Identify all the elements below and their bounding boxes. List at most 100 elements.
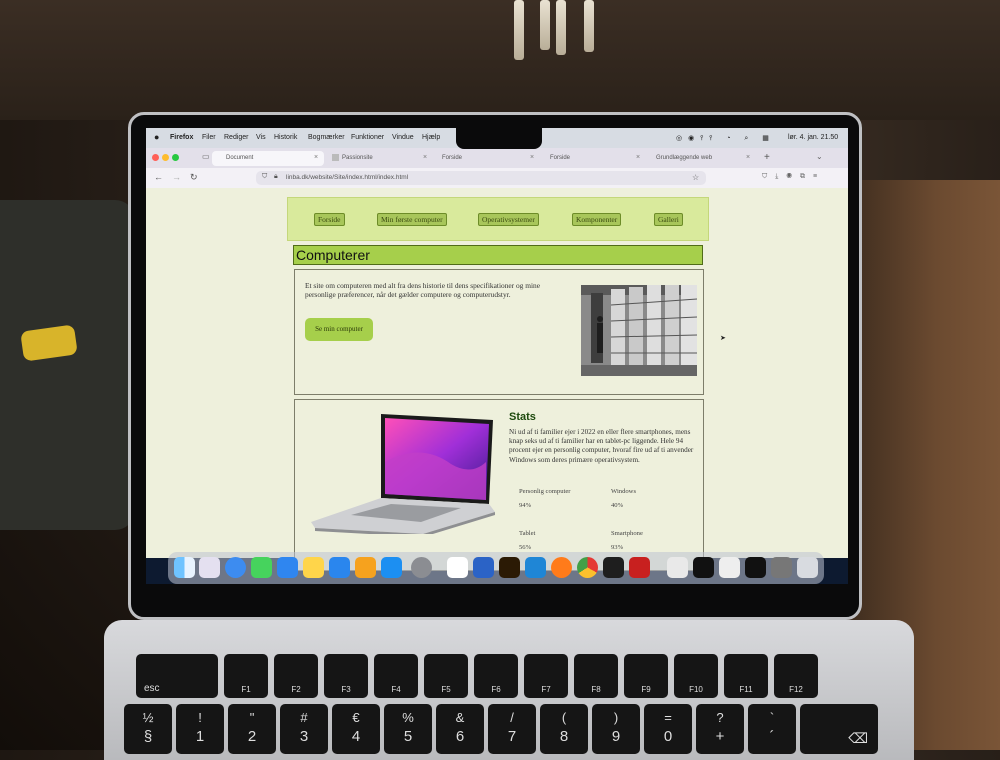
nav-komponenter[interactable]: Komponenter — [572, 213, 622, 226]
key-f9[interactable]: F9 — [624, 654, 668, 698]
close-tab-icon[interactable]: × — [530, 154, 534, 161]
mail-icon[interactable] — [277, 557, 298, 578]
key-f7[interactable]: F7 — [524, 654, 568, 698]
menu-help[interactable]: Hjælp — [422, 134, 440, 141]
key-0[interactable]: = 0 — [644, 704, 692, 754]
key-´[interactable]: ` ´ — [748, 704, 796, 754]
key-9[interactable]: ) 9 — [592, 704, 640, 754]
minimize-window-icon[interactable] — [162, 154, 169, 161]
key-f4[interactable]: F4 — [374, 654, 418, 698]
recent-window-thumbnail[interactable] — [719, 557, 740, 578]
tab-list-chevron-down-icon[interactable]: ⌄ — [816, 152, 823, 161]
key-f6[interactable]: F6 — [474, 654, 518, 698]
menu-edit[interactable]: Rediger — [224, 134, 249, 141]
trash-icon[interactable] — [797, 557, 818, 578]
vscode-icon[interactable] — [525, 557, 546, 578]
messenger-icon[interactable] — [447, 557, 468, 578]
recent-window-thumbnail[interactable] — [745, 557, 766, 578]
tab-forside-2[interactable]: Forside × — [536, 151, 644, 166]
key-3[interactable]: #3 — [280, 704, 328, 754]
zoom-window-icon[interactable] — [172, 154, 179, 161]
stat-label-windows: Windows — [611, 488, 637, 495]
app-store-icon[interactable] — [381, 557, 402, 578]
key-f1[interactable]: F1 — [224, 654, 268, 698]
key-main-label: 6 — [455, 728, 465, 745]
nav-galleri[interactable]: Galleri — [654, 213, 683, 226]
key-4[interactable]: €4 — [332, 704, 380, 754]
word-icon[interactable] — [473, 557, 494, 578]
stat-label-personlig-computer: Personlig computer — [519, 488, 571, 495]
toolbar-icons[interactable]: ⛉⤓◉⧉≡ — [762, 173, 825, 181]
key-7[interactable]: /7 — [488, 704, 536, 754]
notes-icon[interactable] — [303, 557, 324, 578]
messages-icon[interactable] — [251, 557, 272, 578]
recent-window-thumbnail[interactable] — [693, 557, 714, 578]
figma-icon[interactable] — [603, 557, 624, 578]
recent-window-thumbnail[interactable] — [667, 557, 688, 578]
menu-tools[interactable]: Funktioner — [351, 134, 384, 141]
launchpad-icon[interactable] — [199, 557, 220, 578]
finder-icon[interactable] — [174, 557, 195, 578]
key-label: F1 — [241, 685, 251, 694]
new-tab-icon[interactable]: + — [764, 152, 770, 163]
filezilla-icon[interactable] — [629, 557, 650, 578]
close-tab-icon[interactable]: × — [746, 154, 750, 161]
tab-document[interactable]: Document × — [212, 151, 324, 166]
menubar-clock[interactable]: lør. 4. jan. 21.50 — [788, 134, 838, 141]
menu-app-name[interactable]: Firefox — [170, 134, 193, 141]
menu-bookmarks[interactable]: Bogmærker — [308, 134, 345, 141]
safari-icon[interactable] — [225, 557, 246, 578]
key-f12[interactable]: F12 — [774, 654, 818, 698]
menu-view[interactable]: Vis — [256, 134, 266, 141]
key-f8[interactable]: F8 — [574, 654, 618, 698]
key-esc[interactable]: esc — [136, 654, 218, 698]
tab-grundlaeggende-web[interactable]: Grundlæggende web × — [642, 151, 754, 166]
tab-passionsite[interactable]: Passionsite × — [328, 151, 432, 166]
apple-icon[interactable]: ● — [154, 132, 159, 142]
reload-icon[interactable]: ↻ — [190, 172, 198, 183]
bookmark-star-icon[interactable]: ☆ — [692, 173, 699, 182]
status-icons[interactable]: ◎◉⫯⫯ ◔ ⌕ ▦ — [676, 134, 775, 143]
back-icon[interactable]: ← — [154, 172, 163, 182]
key-2[interactable]: " 2 — [228, 704, 276, 754]
sofa — [0, 200, 135, 530]
close-window-icon[interactable] — [152, 154, 159, 161]
key-1[interactable]: ! 1 — [176, 704, 224, 754]
address-bar[interactable]: ⛉ 🔒︎ linba.dk/website/Site/index.html/in… — [256, 171, 706, 185]
key-f5[interactable]: F5 — [424, 654, 468, 698]
tab-overview-icon[interactable]: ▭ — [202, 152, 210, 161]
recent-window-thumbnail[interactable] — [771, 557, 792, 578]
key-5[interactable]: % 5 — [384, 704, 432, 754]
key-f11[interactable]: F11 — [724, 654, 768, 698]
pages-icon[interactable] — [355, 557, 376, 578]
key-f2[interactable]: F2 — [274, 654, 318, 698]
illustrator-icon[interactable] — [499, 557, 520, 578]
menu-file[interactable]: Filer — [202, 134, 216, 141]
key-+[interactable]: ? + — [696, 704, 744, 754]
menu-history[interactable]: Historik — [274, 134, 297, 141]
close-tab-icon[interactable]: × — [314, 154, 318, 161]
key-6[interactable]: & 6 — [436, 704, 484, 754]
nav-operativsystemer[interactable]: Operativsystemer — [478, 213, 539, 226]
menu-window[interactable]: Vindue — [392, 134, 414, 141]
nav-min-foerste-computer[interactable]: Min første computer — [377, 213, 447, 226]
close-tab-icon[interactable]: × — [636, 154, 640, 161]
key-label: F3 — [341, 685, 351, 694]
key-shift-label: ( — [561, 710, 567, 725]
forward-icon[interactable]: → — [172, 172, 181, 182]
key-f10[interactable]: F10 — [674, 654, 718, 698]
lock-icon[interactable]: 🔒︎ — [274, 173, 278, 181]
key-8[interactable]: (8 — [540, 704, 588, 754]
system-settings-icon[interactable] — [411, 557, 432, 578]
firefox-icon[interactable] — [551, 557, 572, 578]
shield-icon[interactable]: ⛉ — [262, 173, 267, 181]
see-my-computer-button[interactable]: Se min computer — [305, 318, 373, 341]
key-§[interactable]: ½ § — [124, 704, 172, 754]
chrome-icon[interactable] — [577, 557, 598, 578]
key-backspace[interactable]: ⌫ — [800, 704, 878, 754]
keynote-icon[interactable] — [329, 557, 350, 578]
close-tab-icon[interactable]: × — [423, 154, 427, 161]
key-f3[interactable]: F3 — [324, 654, 368, 698]
nav-forside[interactable]: Forside — [314, 213, 345, 226]
tab-forside-1[interactable]: Forside × — [428, 151, 534, 166]
